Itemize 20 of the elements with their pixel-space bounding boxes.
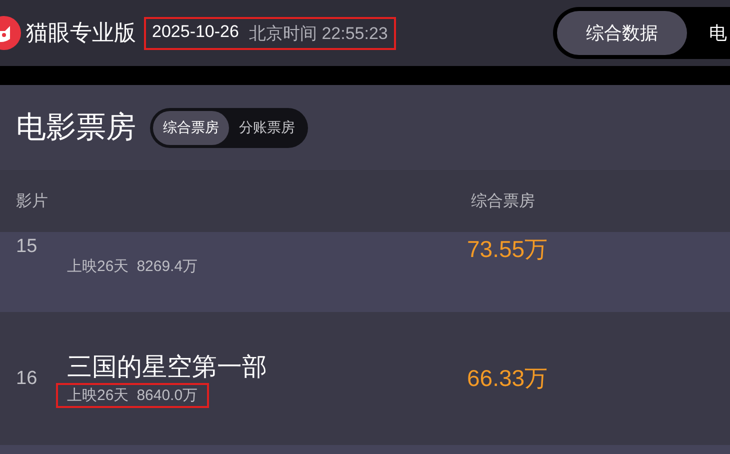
time-text: 北京时间 22:55:23 — [248, 22, 388, 44]
segment-tab[interactable]: 分账票房 — [229, 110, 305, 144]
total-gross-text: 8269.4万 — [136, 257, 198, 276]
total-gross-text: 8640.0万 — [136, 386, 198, 404]
date-text: 2025-10-26 — [152, 22, 239, 42]
movie-title: 三国的星空第一部 — [67, 350, 267, 382]
days-text: 上映26天 — [67, 257, 129, 276]
box-office-value: 73.55万 — [467, 235, 548, 264]
cat-logo-icon — [0, 15, 22, 51]
column-header: 影片 — [16, 190, 49, 212]
section-title: 电影票房 — [16, 109, 136, 147]
rank-number: 15 — [15, 235, 38, 258]
column-header: 综合票房 — [471, 190, 535, 212]
rank-number: 16 — [15, 368, 38, 390]
box-office-value: 66.33万 — [467, 364, 548, 393]
days-text: 上映26天 — [67, 386, 129, 404]
nav-tab[interactable]: 电 — [687, 11, 730, 55]
brand-name: 猫眼专业版 — [26, 20, 136, 48]
nav-tab[interactable]: 综合数据 — [557, 11, 687, 55]
segment-tab[interactable]: 综合票房 — [153, 110, 229, 144]
